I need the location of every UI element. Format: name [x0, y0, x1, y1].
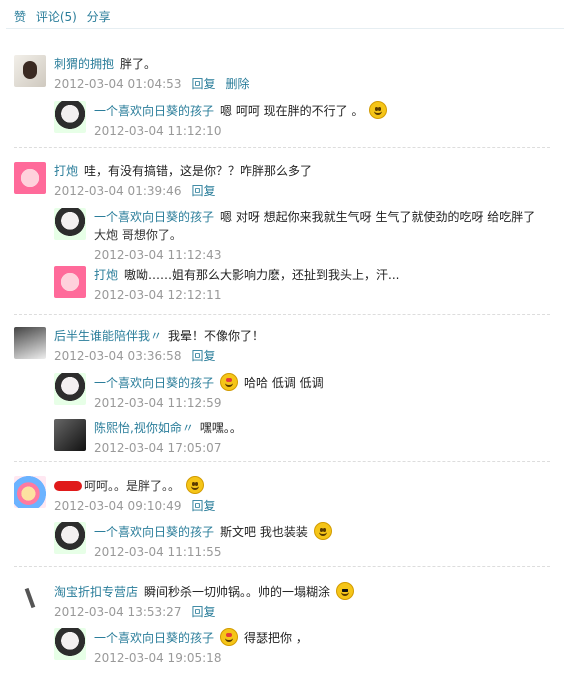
reply: 一个喜欢向日葵的孩子 斯文吧 我也装装 2012-03-04 11:11:55 — [54, 522, 552, 568]
delete-button[interactable]: 删除 — [225, 77, 249, 91]
reply-text: 嗷呦……姐有那么大影响力麽，还扯到我头上，汗... — [124, 268, 400, 282]
comment: 打炮 哇，有没有搞错，这是你？？咋胖那么多了 2012-03-04 01:39:4… — [14, 162, 552, 208]
reply-text-continued: 大炮 哥想你了。 — [94, 228, 182, 242]
replier-name[interactable]: 打炮 — [94, 268, 118, 282]
comment-text: 胖了。 — [120, 57, 157, 71]
comment: 淘宝折扣专营店 瞬间秒杀一切帅锅。。帅的一塌糊涂 2012-03-04 13:53… — [14, 582, 552, 628]
comment: 呵呵。。是胖了。。 2012-03-04 09:10:49 回复 — [14, 476, 552, 522]
comment-time: 2012-03-04 09:10:49 — [54, 499, 182, 513]
thread-divider — [14, 461, 550, 462]
reply-button[interactable]: 回复 — [191, 184, 215, 198]
reply: 陈熙怡,视你如命〃 嘿嘿。。 2012-03-04 17:05:07 — [54, 419, 552, 465]
replier-name[interactable]: 一个喜欢向日葵的孩子 — [94, 525, 214, 539]
reply: 一个喜欢向日葵的孩子 哈哈 低调 低调 2012-03-04 11:12:59 — [54, 373, 552, 419]
comment-time: 2012-03-04 01:04:53 — [54, 77, 182, 91]
comment: 刺猬的拥抱 胖了。 2012-03-04 01:04:53 回复 删除 — [14, 55, 552, 101]
comment-time: 2012-03-04 03:36:58 — [54, 349, 182, 363]
avatar[interactable] — [54, 208, 86, 240]
comment-time: 2012-03-04 01:39:46 — [54, 184, 182, 198]
redacted-name-mark — [54, 481, 82, 491]
heart-eyes-emoji-icon — [220, 373, 239, 391]
avatar[interactable] — [14, 327, 46, 359]
replier-name[interactable]: 一个喜欢向日葵的孩子 — [94, 104, 214, 118]
top-divider — [6, 28, 564, 29]
reply-text: 嗯 呵呵 现在胖的不行了 。 — [220, 104, 364, 118]
reply-time: 2012-03-04 11:12:10 — [94, 124, 222, 138]
commenter-name[interactable]: 刺猬的拥抱 — [54, 57, 114, 71]
grin-emoji-icon — [186, 476, 205, 494]
comment-text: 瞬间秒杀一切帅锅。。帅的一塌糊涂 — [144, 585, 331, 599]
avatar[interactable] — [14, 476, 46, 508]
reply-time: 2012-03-04 12:12:11 — [94, 288, 222, 302]
share-link[interactable]: 分享 — [87, 10, 111, 24]
reply: 打炮 嗷呦……姐有那么大影响力麽，还扯到我头上，汗... 2012-03-04 1… — [54, 266, 552, 312]
reply-time: 2012-03-04 11:11:55 — [94, 545, 222, 559]
replier-name[interactable]: 一个喜欢向日葵的孩子 — [94, 631, 214, 645]
blush-emoji-icon — [369, 101, 388, 119]
avatar[interactable] — [54, 628, 86, 660]
avatar[interactable] — [14, 162, 46, 194]
replier-name[interactable]: 一个喜欢向日葵的孩子 — [94, 210, 214, 224]
reply-button[interactable]: 回复 — [191, 605, 215, 619]
commenter-name[interactable]: 打炮 — [54, 164, 78, 178]
reply-button[interactable]: 回复 — [191, 499, 215, 513]
comment-thread: 后半生谁能陪伴我〃 我晕！不像你了！ 2012-03-04 03:36:58 回复 … — [14, 327, 552, 465]
avatar[interactable] — [54, 522, 86, 554]
avatar[interactable] — [14, 55, 46, 87]
commenter-name[interactable]: 后半生谁能陪伴我〃 — [54, 329, 162, 343]
avatar[interactable] — [14, 582, 46, 614]
comment: 后半生谁能陪伴我〃 我晕！不像你了！ 2012-03-04 03:36:58 回复 — [14, 327, 552, 373]
comment-thread: 呵呵。。是胖了。。 2012-03-04 09:10:49 回复 一个喜欢向日葵的… — [14, 476, 552, 568]
comment-text: 我晕！不像你了！ — [168, 329, 265, 343]
replier-name[interactable]: 一个喜欢向日葵的孩子 — [94, 376, 214, 390]
reply: 一个喜欢向日葵的孩子 得瑟把你 ， 2012-03-04 19:05:18 — [54, 628, 552, 674]
reply-time: 2012-03-04 17:05:07 — [94, 441, 222, 455]
replier-name[interactable]: 陈熙怡,视你如命〃 — [94, 421, 194, 435]
reply-time: 2012-03-04 11:12:43 — [94, 248, 222, 262]
comment-text: 哇，有没有搞错，这是你？？咋胖那么多了 — [84, 164, 313, 178]
reply-time: 2012-03-04 11:12:59 — [94, 396, 222, 410]
comment-thread: 淘宝折扣专营店 瞬间秒杀一切帅锅。。帅的一塌糊涂 2012-03-04 13:53… — [14, 582, 552, 674]
reply-time: 2012-03-04 19:05:18 — [94, 651, 222, 665]
thread-divider — [14, 314, 550, 315]
reply-text: 嗯 对呀 想起你来我就生气呀 生气了就使劲的吃呀 给吃胖了 — [220, 210, 536, 224]
comment-time: 2012-03-04 13:53:27 — [54, 605, 182, 619]
reply-text: 斯文吧 我也装装 — [220, 525, 308, 539]
avatar[interactable] — [54, 101, 86, 133]
reply: 一个喜欢向日葵的孩子嗯 对呀 想起你来我就生气呀 生气了就使劲的吃呀 给吃胖了 … — [54, 208, 552, 266]
comment-text: 呵呵。。是胖了。。 — [84, 479, 181, 493]
thread-divider — [14, 147, 550, 148]
reply-text: 得瑟把你 ， — [244, 631, 308, 645]
heart-eyes-emoji-icon — [220, 628, 239, 646]
comment-thread: 打炮 哇，有没有搞错，这是你？？咋胖那么多了 2012-03-04 01:39:4… — [14, 162, 552, 312]
reply-button[interactable]: 回复 — [191, 77, 215, 91]
feed-actions: 赞 评论(5) 分享 — [14, 8, 117, 30]
comment-thread: 刺猬的拥抱 胖了。 2012-03-04 01:04:53 回复 删除 一个喜欢向日葵… — [14, 55, 552, 147]
reply-button[interactable]: 回复 — [191, 349, 215, 363]
avatar[interactable] — [54, 373, 86, 405]
thread-divider — [14, 566, 550, 567]
comment-count-link[interactable]: 评论(5) — [36, 10, 77, 24]
reply-text: 嘿嘿。。 — [199, 421, 242, 435]
reply-text: 哈哈 低调 低调 — [244, 376, 324, 390]
reply: 一个喜欢向日葵的孩子嗯 呵呵 现在胖的不行了 。 2012-03-04 11:1… — [54, 101, 552, 147]
avatar[interactable] — [54, 419, 86, 451]
cool-emoji-icon — [336, 582, 355, 600]
like-link[interactable]: 赞 — [14, 10, 26, 24]
smile-emoji-icon — [313, 522, 332, 540]
commenter-name[interactable]: 淘宝折扣专营店 — [54, 585, 138, 599]
avatar[interactable] — [54, 266, 86, 298]
